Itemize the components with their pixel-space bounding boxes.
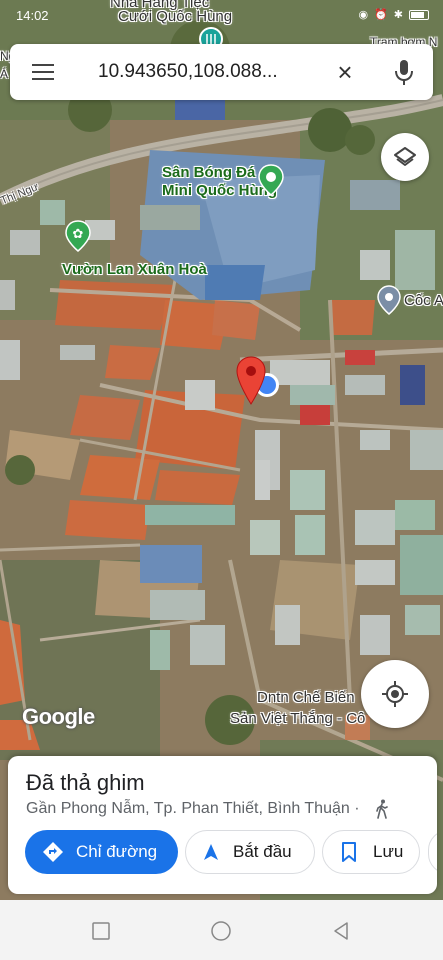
back-icon[interactable] bbox=[330, 920, 352, 942]
location-status-icon: ◉ bbox=[358, 9, 369, 21]
bookmark-icon bbox=[342, 842, 356, 862]
place-label-left-edge-2[interactable]: Á bbox=[0, 66, 8, 83]
save-label: Lưu bbox=[373, 842, 404, 861]
more-actions-button[interactable] bbox=[428, 830, 437, 874]
microphone-icon[interactable] bbox=[393, 58, 415, 86]
my-location-button[interactable] bbox=[361, 660, 429, 728]
close-icon[interactable]: × bbox=[332, 57, 358, 87]
system-nav-bar bbox=[0, 900, 443, 960]
save-button[interactable]: Lưu bbox=[322, 830, 420, 874]
place-label-right[interactable]: Cốc A bbox=[404, 292, 443, 309]
status-bar: 14:02 ◉ ⏰ ✱ bbox=[0, 6, 443, 26]
place-address: Gần Phong Nẫm, Tp. Phan Thiết, Bình Thuậ… bbox=[26, 800, 360, 817]
status-time: 14:02 bbox=[16, 8, 49, 23]
directions-icon bbox=[43, 842, 63, 862]
search-bar[interactable]: 10.943650,108.088... × bbox=[10, 44, 433, 100]
layers-icon bbox=[394, 147, 416, 166]
place-marker-icon[interactable] bbox=[377, 285, 401, 315]
directions-button[interactable]: Chỉ đường bbox=[25, 830, 178, 874]
menu-icon[interactable] bbox=[32, 64, 54, 80]
directions-label: Chỉ đường bbox=[76, 842, 158, 861]
place-label-garden[interactable]: Vườn Lan Xuân Hoà bbox=[62, 261, 207, 278]
place-label-stadium[interactable]: Sân Bóng Đá bbox=[162, 164, 255, 181]
battery-icon bbox=[409, 9, 429, 20]
layers-button[interactable] bbox=[381, 133, 429, 181]
dropped-pin-icon[interactable] bbox=[235, 356, 267, 406]
place-label-bottom-2[interactable]: Sản Việt Thắng - Cô bbox=[230, 710, 365, 727]
garden-marker-icon[interactable]: ✿ bbox=[65, 220, 91, 252]
place-sheet[interactable]: Đã thả ghim Gần Phong Nẫm, Tp. Phan Thiế… bbox=[8, 756, 437, 894]
google-logo: Google bbox=[22, 704, 95, 729]
crosshair-icon bbox=[382, 681, 408, 707]
place-label-bottom[interactable]: Dntn Chế Biến bbox=[257, 689, 355, 706]
recent-apps-icon[interactable] bbox=[90, 920, 112, 942]
status-icons: ◉ ⏰ ✱ bbox=[358, 8, 429, 21]
stadium-marker-icon[interactable] bbox=[258, 164, 284, 196]
search-query-text[interactable]: 10.943650,108.088... bbox=[98, 61, 318, 83]
svg-text:✿: ✿ bbox=[73, 227, 84, 242]
navigation-arrow-icon bbox=[204, 844, 218, 860]
start-button[interactable]: Bắt đầu bbox=[185, 830, 315, 874]
bluetooth-status-icon: ✱ bbox=[393, 9, 403, 21]
place-title: Đã thả ghim bbox=[26, 770, 145, 795]
alarm-status-icon: ⏰ bbox=[374, 9, 388, 21]
walking-icon bbox=[376, 799, 388, 819]
home-icon[interactable] bbox=[210, 920, 232, 942]
start-label: Bắt đầu bbox=[233, 842, 292, 861]
